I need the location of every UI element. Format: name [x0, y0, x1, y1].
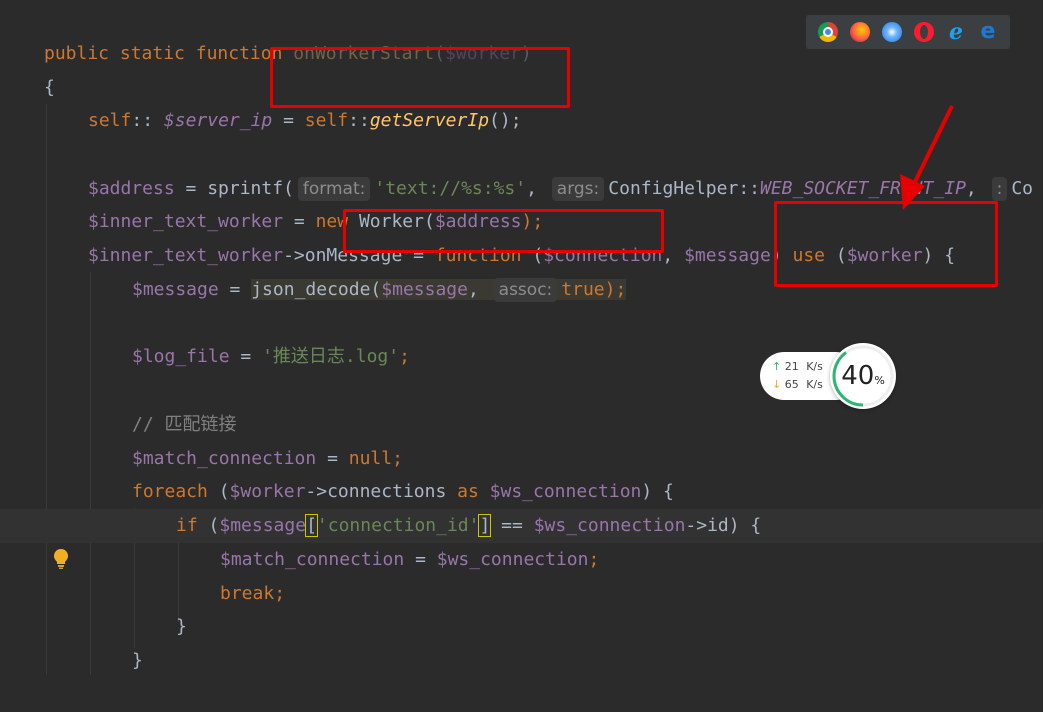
memory-usage-percent: 40%: [841, 361, 885, 391]
annotation-box-worker: [343, 209, 664, 253]
highlighted-call: json_decode($message, assoc: true);: [251, 278, 627, 302]
safari-icon[interactable]: [882, 22, 902, 42]
firefox-icon[interactable]: [850, 22, 870, 42]
annotation-arrow-icon: [900, 105, 954, 210]
download-speed: ↓ 65 K/s: [772, 378, 823, 391]
download-arrow-icon: ↓: [772, 378, 782, 391]
opera-icon[interactable]: [914, 22, 934, 42]
network-speed-widget[interactable]: ↑ 21 K/s ↓ 65 K/s 40%: [760, 343, 896, 409]
code-line-3[interactable]: self:: $server_ip = self::getServerIp();: [0, 104, 1043, 138]
code-line-12[interactable]: // 匹配链接: [0, 408, 1043, 442]
code-line-18[interactable]: }: [0, 610, 1043, 644]
browser-toolbar: e e: [806, 15, 1010, 49]
param-hint-more: :: [991, 177, 1008, 201]
chrome-icon[interactable]: [818, 22, 838, 42]
annotation-box-method: [270, 47, 570, 108]
code-line-13[interactable]: $match_connection = null;: [0, 442, 1043, 476]
comment: // 匹配链接: [132, 414, 237, 435]
code-line-14[interactable]: foreach ($worker->connections as $ws_con…: [0, 475, 1043, 509]
code-line-19[interactable]: }: [0, 644, 1043, 678]
upload-speed: ↑ 21 K/s: [772, 360, 823, 373]
param-hint-assoc: assoc:: [493, 278, 558, 302]
ie-icon[interactable]: e: [946, 21, 966, 43]
upload-arrow-icon: ↑: [772, 360, 782, 373]
annotation-box-use: [774, 201, 998, 287]
param-hint-format: format:: [297, 177, 371, 201]
param-hint-args: args:: [551, 177, 605, 201]
code-line-15-current[interactable]: if ($message['connection_id'] == $ws_con…: [0, 509, 1043, 569]
edge-icon[interactable]: e: [978, 21, 998, 43]
memory-usage-gauge[interactable]: 40%: [830, 343, 896, 409]
code-line-16[interactable]: $match_connection = $ws_connection;: [0, 543, 1043, 577]
lightbulb-icon[interactable]: [10, 514, 69, 569]
code-line-17[interactable]: break;: [0, 577, 1043, 611]
